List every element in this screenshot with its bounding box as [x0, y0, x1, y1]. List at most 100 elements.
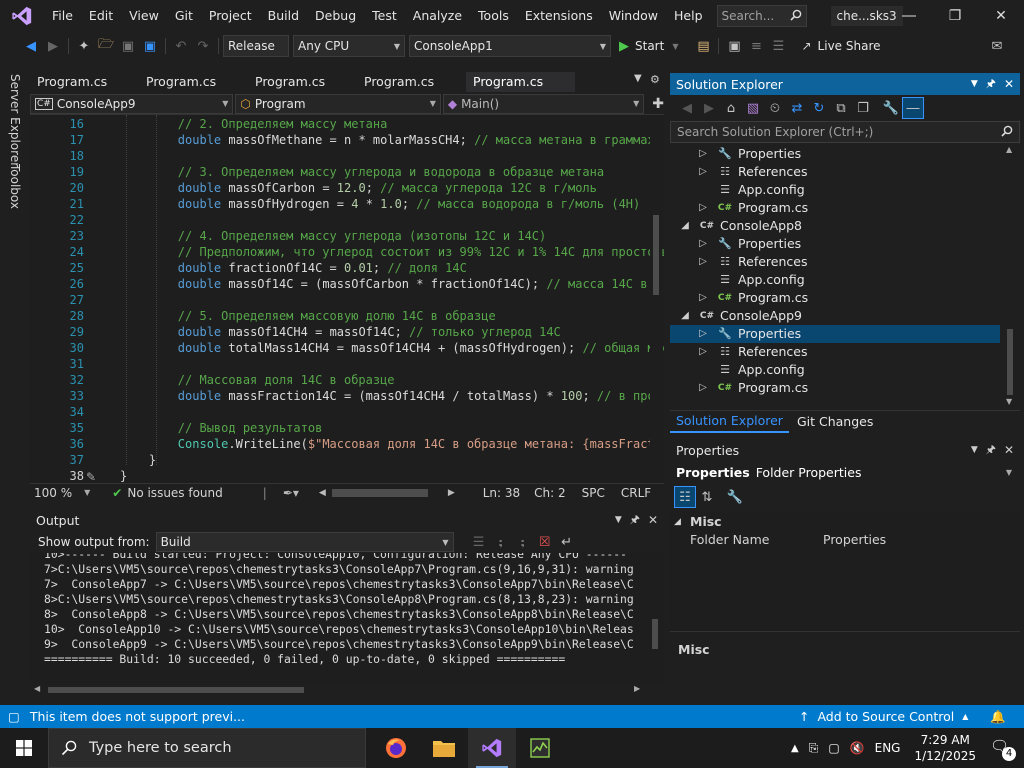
breakpoint-layout-icon[interactable]: ☰: [767, 35, 789, 57]
collapse-node-icon[interactable]: ◢: [678, 217, 692, 235]
editor-tab[interactable]: Program.cs: [139, 72, 248, 92]
code-line[interactable]: 19 // 3. Определяем массу углерода и вод…: [30, 164, 650, 180]
window-position-dropdown-icon[interactable]: ▼: [971, 79, 978, 89]
hot-reload-icon[interactable]: ▤: [692, 35, 714, 57]
solution-tree[interactable]: ▷ 🔧 Properties ▷ ☷ References ☰ App.config ▷ C# Pr…: [670, 143, 1020, 409]
expand-node-icon[interactable]: ▷: [696, 199, 710, 217]
menu-item-window[interactable]: Window: [601, 0, 666, 32]
redo-icon[interactable]: ↷: [192, 35, 214, 57]
new-project-icon[interactable]: ✦: [73, 35, 95, 57]
toolbox-tab[interactable]: Toolbox: [8, 164, 22, 209]
alphabetical-icon[interactable]: ⇅: [696, 486, 718, 508]
windows-start-button[interactable]: [0, 728, 48, 768]
goto-previous-message-icon[interactable]: ⨟: [490, 531, 512, 553]
code-line[interactable]: 17 double massOfMethane = n * molarMassC…: [30, 132, 655, 148]
window-position-dropdown-icon[interactable]: ▼: [971, 445, 978, 455]
code-line[interactable]: 26 double massOf14C = (massOfCarbon * fr…: [30, 276, 662, 292]
configuration-dropdown[interactable]: Release: [223, 35, 289, 57]
properties-object-selector[interactable]: Properties Folder Properties ▼: [670, 461, 1020, 483]
maximize-button[interactable]: ❐: [932, 0, 978, 32]
brush-icon[interactable]: ✒▾: [283, 486, 299, 500]
scroll-right-icon[interactable]: ▶: [634, 684, 640, 693]
chevron-down-icon[interactable]: ▼: [84, 488, 90, 497]
expand-node-icon[interactable]: ▷: [696, 343, 710, 361]
code-line[interactable]: 34: [30, 404, 650, 420]
code-line[interactable]: 23 // 4. Определяем массу углерода (изот…: [30, 228, 650, 244]
live-share-button[interactable]: ↗ Live Share: [801, 39, 880, 53]
back-icon[interactable]: ◀: [676, 97, 698, 119]
input-language[interactable]: ENG: [875, 741, 901, 755]
network-icon[interactable]: ⎘: [809, 741, 819, 756]
camera-icon[interactable]: ▣: [723, 35, 745, 57]
switch-views-icon[interactable]: ▧: [742, 97, 764, 119]
solution-tree-item[interactable]: ☰ App.config: [670, 181, 1000, 199]
line-indicator[interactable]: Ln: 38: [483, 486, 520, 500]
expand-node-icon[interactable]: ▷: [696, 253, 710, 271]
editor-horizontal-scroll-thumb[interactable]: [331, 488, 428, 497]
output-horizontal-scrollbar[interactable]: ◀ ▶: [30, 683, 664, 697]
pin-icon[interactable]: 🖈: [986, 75, 996, 94]
find-message-icon[interactable]: ☰: [468, 531, 490, 553]
minimize-button[interactable]: ―: [886, 0, 932, 32]
menu-item-edit[interactable]: Edit: [81, 0, 121, 32]
navigate-forward-icon[interactable]: ▶: [42, 35, 64, 57]
close-button[interactable]: ✕: [978, 0, 1024, 32]
clear-all-icon[interactable]: ☒: [534, 531, 556, 553]
pin-icon[interactable]: 🖈: [630, 511, 640, 530]
scroll-left-icon[interactable]: ◀: [34, 684, 40, 693]
open-folder-icon[interactable]: 🗁: [95, 35, 117, 57]
chevron-up-icon[interactable]: ▲: [962, 712, 968, 721]
solution-tree-item[interactable]: ▷ C# Program.cs: [670, 289, 1000, 307]
file-explorer-taskbar-button[interactable]: [420, 728, 468, 768]
tab-list-dropdown-icon[interactable]: ▼: [634, 73, 642, 84]
code-line[interactable]: 21 double massOfHydrogen = 4 * 1.0; // м…: [30, 196, 650, 212]
solution-tree-item[interactable]: ☰ App.config: [670, 361, 1000, 379]
output-horizontal-scroll-thumb[interactable]: [48, 687, 304, 693]
close-icon[interactable]: ✕: [1004, 77, 1014, 91]
startup-project-dropdown[interactable]: ConsoleApp1 ▼: [409, 35, 611, 57]
pin-icon[interactable]: 🖈: [986, 441, 996, 460]
property-category[interactable]: ◢ Misc: [674, 513, 722, 531]
save-icon[interactable]: ▣: [117, 35, 139, 57]
output-scroll-thumb[interactable]: [652, 619, 658, 649]
menu-item-extensions[interactable]: Extensions: [517, 0, 601, 32]
show-hidden-icons-chevron-icon[interactable]: ▲: [791, 743, 799, 754]
scroll-up-icon[interactable]: ▲: [1006, 145, 1012, 154]
code-line[interactable]: 24 // Предположим, что углерод состоит и…: [30, 244, 664, 260]
tab-git-changes[interactable]: Git Changes: [789, 414, 881, 429]
indentation-indicator[interactable]: SPC: [582, 486, 605, 500]
menu-item-help[interactable]: Help: [666, 0, 711, 32]
clock[interactable]: 7:29 AM 1/12/2025: [914, 732, 976, 764]
forward-icon[interactable]: ▶: [698, 97, 720, 119]
scroll-right-icon[interactable]: ▶: [448, 488, 455, 498]
taskbar-search-box[interactable]: Type here to search: [48, 728, 366, 768]
solution-tree-scrollbar[interactable]: ▲ ▼: [1004, 143, 1016, 409]
code-editor[interactable]: 16 // 2. Определяем массу метана 17 doubl…: [30, 115, 664, 483]
window-position-dropdown-icon[interactable]: ▼: [615, 515, 622, 525]
show-all-files-icon[interactable]: ❐: [852, 97, 874, 119]
expand-node-icon[interactable]: ▷: [696, 379, 710, 397]
add-to-source-control-button[interactable]: Add to Source Control: [817, 709, 954, 724]
collapse-node-icon[interactable]: ◢: [678, 307, 692, 325]
code-line[interactable]: 25 double fractionOf14C = 0.01; // доля …: [30, 260, 650, 276]
project-navigation-dropdown[interactable]: C# ConsoleApp9 ▼: [30, 93, 234, 114]
editor-scroll-thumb[interactable]: [653, 215, 659, 295]
refresh-icon[interactable]: ↻: [808, 97, 830, 119]
solution-tree-item[interactable]: ▷ C# Program.cs: [670, 199, 1000, 217]
code-line[interactable]: 38}: [30, 468, 650, 483]
zoom-level[interactable]: 100 %: [34, 486, 72, 500]
code-line[interactable]: 20 double massOfCarbon = 12.0; // масса …: [30, 180, 650, 196]
undo-icon[interactable]: ↶: [170, 35, 192, 57]
home-icon[interactable]: ⌂: [720, 97, 742, 119]
menu-item-build[interactable]: Build: [260, 0, 307, 32]
editor-tab[interactable]: Program.cs: [466, 72, 575, 92]
word-wrap-icon[interactable]: ↵: [556, 531, 578, 553]
menu-item-debug[interactable]: Debug: [307, 0, 364, 32]
visual-studio-logo-icon[interactable]: [0, 0, 44, 32]
scroll-down-icon[interactable]: ▼: [1006, 397, 1012, 406]
menu-item-file[interactable]: File: [44, 0, 81, 32]
solution-tree-item[interactable]: ▷ 🔧 Properties: [670, 145, 1000, 163]
step-icon[interactable]: ≡: [745, 35, 767, 57]
solution-tree-item[interactable]: ▷ ☷ References: [670, 343, 1000, 361]
code-line[interactable]: 37 }: [30, 452, 650, 468]
